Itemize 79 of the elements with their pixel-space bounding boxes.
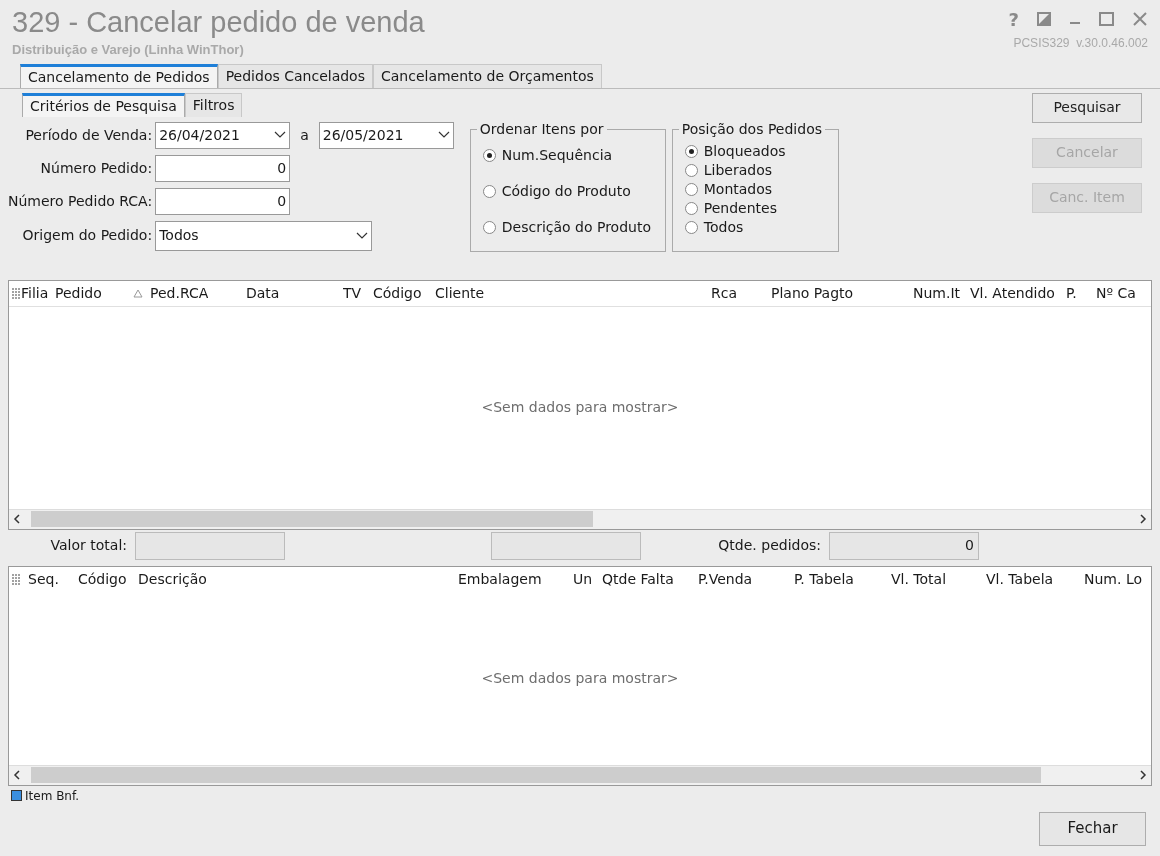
chevron-down-icon (437, 131, 450, 139)
scroll-thumb[interactable] (31, 511, 593, 527)
column-header[interactable]: Plano Pagto (770, 282, 912, 304)
radio-label: Descrição do Produto (501, 217, 651, 237)
scroll-thumb[interactable] (31, 767, 1041, 783)
radio-label: Todos (703, 217, 744, 237)
column-header[interactable]: P. Tabela (793, 569, 890, 590)
radio-label: Bloqueados (703, 141, 786, 161)
radio-label: Código do Produto (501, 181, 631, 201)
action-button[interactable]: Pesquisar (1032, 92, 1142, 123)
field-label: Número Pedido: (39, 158, 153, 178)
radio-label: Num.Sequência (501, 145, 613, 165)
column-header[interactable]: TV (342, 282, 372, 304)
column-header[interactable]: Rca (710, 282, 770, 304)
column-header[interactable]: Código (77, 569, 137, 590)
column-header[interactable]: Vl. Total (890, 569, 985, 590)
input-field[interactable]: 0 (155, 187, 291, 215)
radio-button[interactable] (482, 184, 496, 198)
restore-icon[interactable] (1037, 12, 1051, 26)
legend-label: Item Bnf. (25, 787, 80, 805)
column-header[interactable]: Num.It (912, 282, 969, 304)
column-header[interactable]: Cliente (434, 282, 710, 304)
empty-message: <Sem dados para mostrar> (481, 669, 679, 688)
radio-label: Montados (703, 179, 773, 199)
column-header[interactable]: Filia (20, 282, 54, 304)
column-header[interactable]: Qtde Falta (601, 569, 697, 590)
radio-button[interactable] (684, 220, 698, 234)
tab[interactable]: Critérios de Pesquisa (22, 92, 185, 117)
close-button[interactable]: Fechar (1039, 811, 1146, 846)
count-field: 0 (829, 531, 979, 560)
empty-message: <Sem dados para mostrar> (481, 398, 679, 417)
column-header[interactable]: Data (245, 282, 342, 304)
radio-button[interactable] (684, 144, 698, 158)
radio-label: Liberados (703, 160, 773, 180)
input-field[interactable]: 0 (155, 154, 291, 182)
radio-button[interactable] (684, 201, 698, 215)
radio-button[interactable] (684, 163, 698, 177)
column-header[interactable]: Ped.RCA (149, 282, 245, 304)
column-header[interactable]: Un (572, 569, 601, 590)
column-header[interactable]: Descrição (137, 569, 457, 590)
tab[interactable]: Cancelamento de Pedidos (20, 63, 218, 88)
chevron-down-icon (356, 231, 369, 240)
radio-button[interactable] (482, 220, 496, 234)
field-label: Período de Venda: (24, 125, 153, 145)
radio-label: Pendentes (703, 198, 777, 218)
horizontal-scrollbar[interactable] (9, 508, 1151, 529)
tab[interactable]: Cancelamento de Orçamentos (372, 63, 602, 88)
column-header[interactable]: Vl. Atendido (969, 282, 1065, 304)
window-subtitle: Distribuição e Varejo (Linha WinThor) (12, 41, 245, 59)
close-icon[interactable] (1132, 11, 1148, 27)
field-label: Qtde. pedidos: (717, 536, 822, 555)
column-header[interactable]: Nº Ca (1095, 282, 1142, 304)
window-title: 329 - Cancelar pedido de venda (12, 5, 425, 40)
field-label: Número Pedido RCA: (8, 191, 153, 211)
horizontal-scrollbar[interactable] (9, 764, 1151, 785)
column-header[interactable]: P. (1065, 282, 1095, 304)
field-label: Valor total: (49, 536, 128, 555)
column-header[interactable]: Vl. Tabela (985, 569, 1083, 590)
column-header[interactable]: Seq. (27, 569, 77, 590)
column-header[interactable]: Pedido (54, 282, 149, 304)
date-field[interactable]: 26/04/2021 (155, 121, 291, 149)
date-field[interactable]: 26/05/2021 (318, 121, 454, 149)
tab[interactable]: Filtros (184, 92, 243, 117)
dropdown[interactable]: Todos (155, 220, 373, 251)
radio-button[interactable] (482, 148, 496, 162)
radio-button[interactable] (684, 182, 698, 196)
tab[interactable]: Pedidos Cancelados (217, 63, 373, 88)
column-header[interactable]: Embalagem (457, 569, 572, 590)
column-header[interactable]: Num. Lo (1083, 569, 1145, 590)
column-chooser-icon[interactable] (12, 287, 20, 299)
chevron-down-icon (274, 131, 287, 139)
sort-triangle-icon (133, 288, 143, 298)
column-header[interactable]: P.Venda (697, 569, 793, 590)
version-label: PCSIS329 v.30.0.46.002 (1013, 35, 1148, 52)
column-chooser-icon[interactable] (12, 574, 20, 585)
range-separator: a (300, 125, 309, 145)
field-label: Origem do Pedido: (21, 226, 153, 245)
column-header[interactable]: Código (372, 282, 434, 304)
maximize-icon[interactable] (1099, 12, 1114, 26)
